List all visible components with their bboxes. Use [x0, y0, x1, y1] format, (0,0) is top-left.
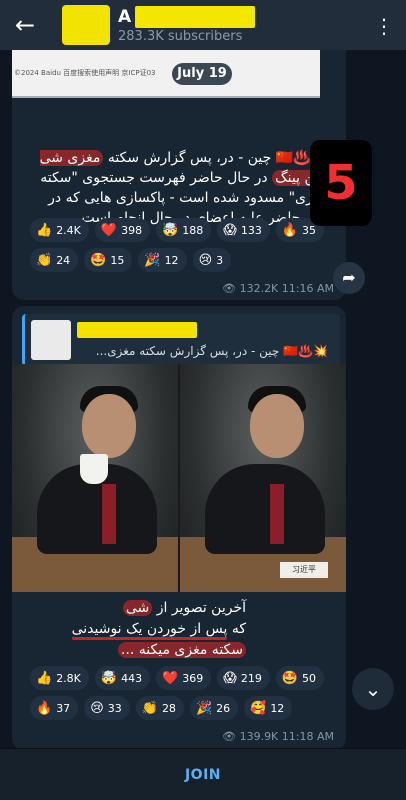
reaction-emoji-icon: 🎉	[195, 700, 213, 716]
reaction-pill[interactable]: 😱 133	[217, 218, 270, 242]
reaction-count: 398	[121, 223, 143, 237]
message-1-prefix: 💥♨️🇨🇳 چین - در، پس گزارش سکته	[107, 150, 328, 166]
quoted-reply[interactable]: 💥♨️🇨🇳 چین - در، پس گزارش سکته مغزی...	[22, 314, 340, 366]
message-photo[interactable]: 习近平	[12, 364, 346, 592]
message-bubble-1: ©2024 Baidu 百度搜索使用声明 京ICP证03 💥♨️🇨🇳 چین -…	[12, 50, 346, 300]
subscriber-count: 283.3K subscribers	[118, 29, 243, 44]
reaction-emoji-icon: 🔥	[36, 700, 53, 716]
reaction-emoji-icon: 👏	[141, 700, 158, 716]
reaction-count: 3	[216, 253, 224, 267]
reaction-count: 28	[161, 701, 176, 715]
reaction-count: 35	[302, 223, 317, 237]
more-menu-icon[interactable]: ⋮	[374, 14, 394, 38]
date-separator: July 19	[172, 63, 232, 85]
reaction-pill[interactable]: 👍 2.4K	[30, 218, 89, 242]
reaction-count: 219	[240, 671, 262, 685]
reaction-emoji-icon: 👍	[36, 222, 53, 238]
reaction-emoji-icon: 😢	[198, 252, 213, 268]
message-2-line1a: آخرین تصویر از	[156, 600, 246, 616]
reaction-emoji-icon: 🤩	[281, 670, 299, 686]
join-button[interactable]: JOIN	[185, 767, 221, 783]
back-arrow-icon[interactable]: ←	[0, 0, 50, 50]
quote-thumbnail	[31, 320, 71, 360]
reaction-count: 33	[107, 701, 122, 715]
reaction-pill[interactable]: 🤯 443	[94, 666, 151, 690]
reaction-pill[interactable]: 🎉 26	[189, 696, 239, 720]
footer-bar: JOIN	[0, 748, 406, 800]
reaction-count: 188	[182, 223, 204, 237]
reaction-pill[interactable]: 🥰 12	[244, 696, 293, 720]
channel-title-block[interactable]: A 283.3K subscribers	[118, 6, 256, 44]
reaction-pill[interactable]: 🤩 15	[84, 248, 133, 272]
reactions-row-1: 👍 2.4K ❤️ 398 🤯 188 😱 133 🔥 35 👏 24 🤩 15 🎉 12 😢 3	[30, 218, 330, 272]
share-icon[interactable]: ➦	[333, 262, 365, 294]
message-2-line3: سکته مغزی میکنه ...	[117, 642, 246, 658]
reaction-count: 443	[121, 671, 143, 685]
message-2-line2a: که	[231, 621, 246, 637]
reaction-emoji-icon: 👍	[36, 670, 53, 686]
reaction-emoji-icon: 👏	[36, 252, 53, 268]
reaction-emoji-icon: 🔥	[281, 222, 299, 238]
message-2-line2b: پس از خوردن یک نوشیدنی	[71, 621, 228, 640]
reaction-emoji-icon: 🤩	[90, 252, 107, 268]
redacted-quote-author	[77, 322, 197, 338]
photo-right-panel: 习近平	[180, 364, 346, 592]
reaction-emoji-icon: 🥰	[250, 700, 267, 716]
reactions-row-2: 👍 2.8K 🤯 443 ❤️ 369 😱 219 🤩 50 🔥 37 😢 33 👏 28 🎉 26 🥰 12	[30, 666, 330, 720]
reaction-emoji-icon: 😱	[223, 222, 237, 238]
message-2-meta: 👁 139.9K 11:18 AM	[222, 730, 334, 743]
message-time: 11:18 AM	[281, 730, 334, 743]
reaction-count: 2.4K	[56, 223, 81, 237]
channel-header: ← A 283.3K subscribers ⋮	[0, 0, 406, 50]
redacted-title-mask	[135, 6, 256, 28]
reaction-emoji-icon: 😱	[223, 670, 237, 686]
reaction-pill[interactable]: 👏 24	[30, 248, 79, 272]
reaction-emoji-icon: 😢	[90, 700, 104, 716]
reaction-count: 50	[302, 671, 317, 685]
reaction-pill[interactable]: 😢 33	[84, 696, 130, 720]
reaction-count: 12	[164, 253, 179, 267]
reaction-pill[interactable]: 🔥 37	[30, 696, 79, 720]
channel-title: A	[118, 7, 132, 27]
reaction-pill[interactable]: 👍 2.8K	[30, 666, 89, 690]
reaction-emoji-icon: 🤯	[162, 222, 179, 238]
channel-avatar[interactable]	[62, 5, 110, 45]
message-1-text: 💥♨️🇨🇳 چین - در، پس گزارش سکته مغزی شی جی…	[28, 148, 328, 228]
reaction-pill[interactable]: 😢 3	[192, 248, 232, 272]
reaction-pill[interactable]: 🤩 50	[275, 666, 325, 690]
reaction-emoji-icon: 🎉	[144, 252, 161, 268]
reaction-emoji-icon: 🤯	[100, 670, 118, 686]
message-time: 11:16 AM	[281, 282, 334, 295]
quote-text: 💥♨️🇨🇳 چین - در، پس گزارش سکته مغزی...	[95, 344, 328, 358]
reaction-emoji-icon: ❤️	[162, 670, 179, 686]
scroll-down-icon[interactable]: ⌄	[352, 668, 394, 710]
reaction-pill[interactable]: 😱 219	[217, 666, 270, 690]
reaction-count: 369	[182, 671, 204, 685]
message-2-text: آخرین تصویر از شی که پس از خوردن یک نوشی…	[26, 598, 246, 661]
reaction-pill[interactable]: 🎉 12	[138, 248, 187, 272]
number-badge: 5	[310, 140, 372, 226]
telegram-channel-view: ← A 283.3K subscribers ⋮ ©2024 Baidu 百度搜…	[0, 0, 406, 800]
photo-left-panel	[12, 364, 178, 592]
reaction-pill[interactable]: ❤️ 398	[94, 218, 151, 242]
reaction-pill[interactable]: 👏 28	[135, 696, 184, 720]
reaction-count: 15	[110, 253, 125, 267]
view-count: 👁 132.2K	[222, 282, 279, 295]
reaction-count: 133	[240, 223, 262, 237]
reaction-count: 37	[56, 701, 71, 715]
reaction-emoji-icon: ❤️	[100, 222, 118, 238]
nameplate: 习近平	[280, 562, 328, 578]
view-count: 👁 139.9K	[222, 730, 279, 743]
baidu-screenshot-image: ©2024 Baidu 百度搜索使用声明 京ICP证03	[12, 50, 320, 98]
message-1-meta: 👁 132.2K 11:16 AM	[222, 282, 334, 295]
screenshot-strip-text: ©2024 Baidu 百度搜索使用声明 京ICP证03	[14, 69, 156, 77]
reaction-count: 24	[56, 253, 71, 267]
reaction-count: 12	[270, 701, 285, 715]
message-2-line1b: شی	[122, 600, 153, 616]
reaction-pill[interactable]: 🤯 188	[156, 218, 212, 242]
reaction-count: 26	[216, 701, 231, 715]
reaction-count: 2.8K	[56, 671, 81, 685]
message-bubble-2: 💥♨️🇨🇳 چین - در، پس گزارش سکته مغزی... 习近…	[12, 306, 346, 750]
reaction-pill[interactable]: ❤️ 369	[156, 666, 212, 690]
